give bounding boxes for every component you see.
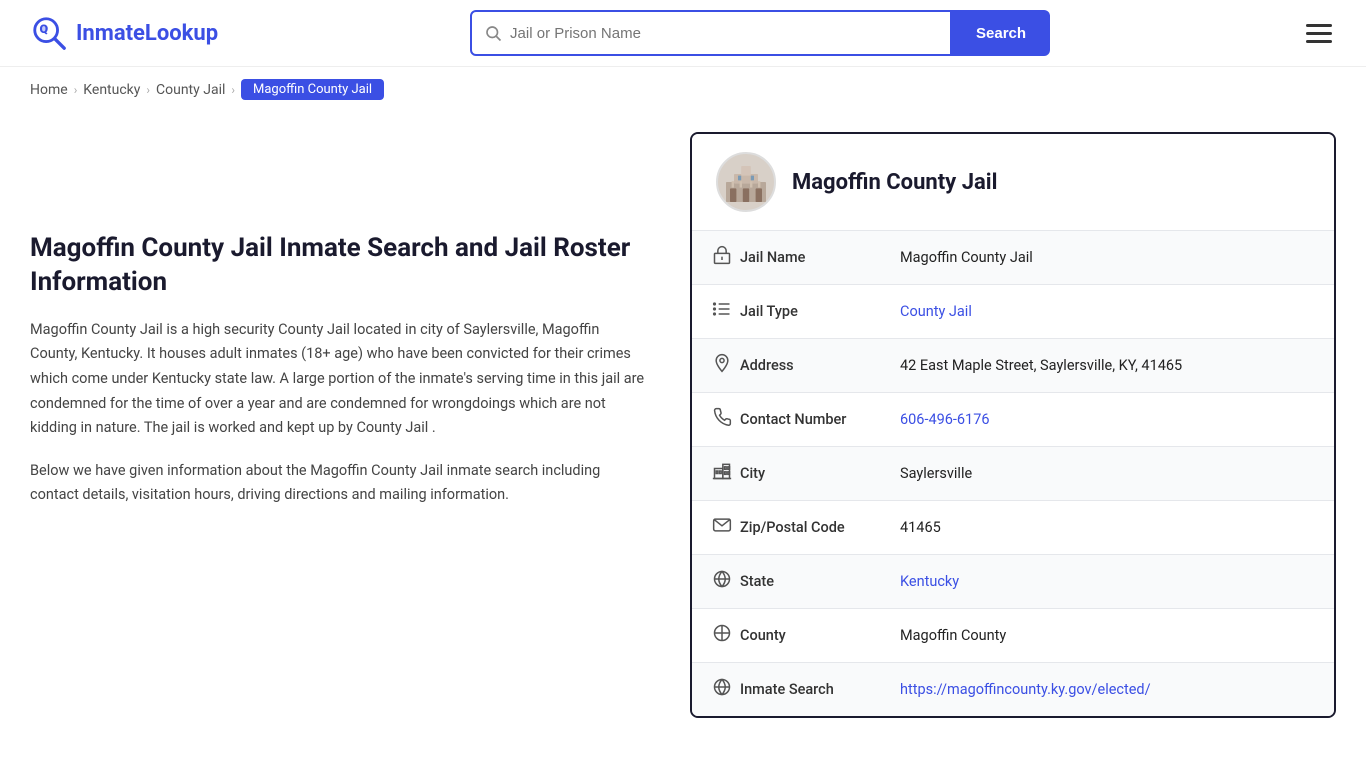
info-rows: Jail Name Magoffin County Jail Jail Type… xyxy=(692,231,1334,716)
row-label: State xyxy=(740,573,900,590)
right-column: Magoffin County Jail Jail Name Magoffin … xyxy=(690,132,1336,718)
row-label: City xyxy=(740,465,900,482)
search-form: Search xyxy=(470,10,1050,56)
info-card-header: Magoffin County Jail xyxy=(692,134,1334,231)
info-row: Contact Number 606-496-6176 xyxy=(692,393,1334,447)
search-input[interactable] xyxy=(510,25,938,42)
row-value: 41465 xyxy=(900,519,1314,536)
row-link[interactable]: Kentucky xyxy=(900,573,959,590)
row-value: 606-496-6176 xyxy=(900,411,1314,428)
row-value: Saylersville xyxy=(900,465,1314,482)
globe-icon xyxy=(712,569,740,594)
search-button[interactable]: Search xyxy=(952,10,1050,56)
breadcrumb-state[interactable]: Kentucky xyxy=(83,82,140,98)
search-globe-icon xyxy=(712,677,740,702)
jail-card-title: Magoffin County Jail xyxy=(792,170,997,195)
info-row: Jail Name Magoffin County Jail xyxy=(692,231,1334,285)
row-label: County xyxy=(740,627,900,644)
row-label: Jail Name xyxy=(740,249,900,266)
row-label: Address xyxy=(740,357,900,374)
row-label: Inmate Search xyxy=(740,681,900,698)
phone-icon xyxy=(712,407,740,432)
info-row: Jail Type County Jail xyxy=(692,285,1334,339)
list-icon xyxy=(712,299,740,324)
row-value: Magoffin County Jail xyxy=(900,249,1314,266)
row-link[interactable]: County Jail xyxy=(900,303,972,320)
row-value: 42 East Maple Street, Saylersville, KY, … xyxy=(900,357,1314,374)
info-row: Inmate Search https://magoffincounty.ky.… xyxy=(692,663,1334,716)
header: Q InmateLookup Search xyxy=(0,0,1366,67)
logo-icon: Q xyxy=(30,14,68,52)
info-row: Zip/Postal Code 41465 xyxy=(692,501,1334,555)
info-row: Address 42 East Maple Street, Saylersvil… xyxy=(692,339,1334,393)
row-link[interactable]: https://magoffincounty.ky.gov/elected/ xyxy=(900,681,1151,698)
row-value: Magoffin County xyxy=(900,627,1314,644)
chevron-icon: › xyxy=(74,83,78,97)
info-row: County Magoffin County xyxy=(692,609,1334,663)
row-label: Contact Number xyxy=(740,411,900,428)
info-row: City Saylersville xyxy=(692,447,1334,501)
breadcrumb-home[interactable]: Home xyxy=(30,82,68,98)
svg-text:Q: Q xyxy=(40,23,49,37)
left-column: Magoffin County Jail Inmate Search and J… xyxy=(30,132,690,718)
breadcrumb: Home › Kentucky › County Jail › Magoffin… xyxy=(0,67,1366,112)
chevron-icon: › xyxy=(231,83,235,97)
row-value: https://magoffincounty.ky.gov/elected/ xyxy=(900,681,1314,698)
logo-link[interactable]: Q InmateLookup xyxy=(30,14,218,52)
page-title: Magoffin County Jail Inmate Search and J… xyxy=(30,232,650,300)
info-card: Magoffin County Jail Jail Name Magoffin … xyxy=(690,132,1336,718)
row-value: Kentucky xyxy=(900,573,1314,590)
pin-icon xyxy=(712,353,740,378)
breadcrumb-type[interactable]: County Jail xyxy=(156,82,225,98)
breadcrumb-current: Magoffin County Jail xyxy=(241,79,384,100)
chevron-icon: › xyxy=(146,83,150,97)
main-content: Magoffin County Jail Inmate Search and J… xyxy=(0,112,1366,758)
county-icon xyxy=(712,623,740,648)
mail-icon xyxy=(712,515,740,540)
row-label: Jail Type xyxy=(740,303,900,320)
info-row: State Kentucky xyxy=(692,555,1334,609)
menu-button[interactable] xyxy=(1302,20,1336,47)
row-label: Zip/Postal Code xyxy=(740,519,900,536)
search-input-icon xyxy=(484,24,502,42)
row-link[interactable]: 606-496-6176 xyxy=(900,411,990,428)
page-description-2: Below we have given information about th… xyxy=(30,459,650,508)
page-description-1: Magoffin County Jail is a high security … xyxy=(30,318,650,441)
city-icon xyxy=(712,461,740,486)
search-input-wrap xyxy=(470,10,952,56)
row-value: County Jail xyxy=(900,303,1314,320)
jail-icon xyxy=(712,245,740,270)
jail-avatar xyxy=(716,152,776,212)
jail-building-icon xyxy=(722,158,770,206)
logo-text: InmateLookup xyxy=(76,21,218,46)
